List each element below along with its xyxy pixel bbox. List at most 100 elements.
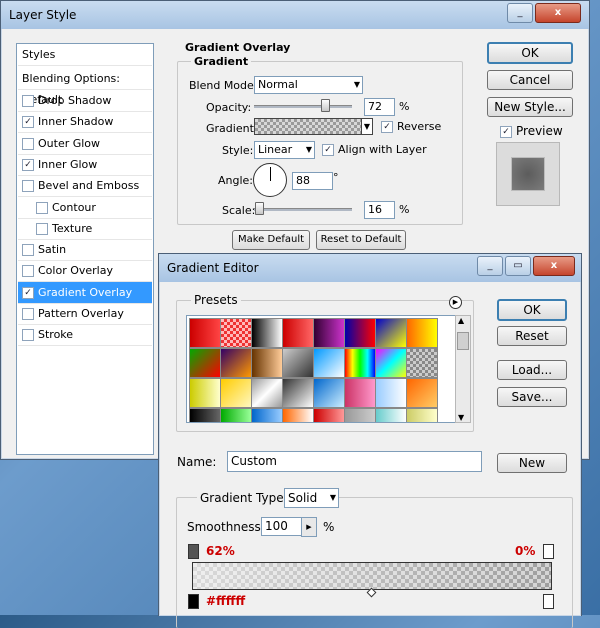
style-item-color-overlay[interactable]: Color Overlay: [18, 260, 152, 283]
name-input[interactable]: Custom: [227, 451, 482, 472]
style-checkbox[interactable]: [22, 244, 34, 257]
preset-swatch[interactable]: [220, 378, 252, 408]
preset-swatch[interactable]: [375, 408, 407, 422]
align-checkbox[interactable]: ✓ Align with Layer: [322, 143, 427, 156]
preset-swatch[interactable]: [220, 348, 252, 378]
preset-swatch[interactable]: [313, 408, 345, 422]
color-stop-left[interactable]: [188, 594, 199, 609]
preset-swatch[interactable]: [282, 408, 314, 422]
preset-swatch[interactable]: [251, 348, 283, 378]
angle-input[interactable]: 88: [292, 172, 333, 190]
preset-swatch[interactable]: [375, 318, 407, 348]
preset-swatch[interactable]: [344, 318, 376, 348]
ok-button[interactable]: OK: [497, 299, 567, 321]
style-checkbox[interactable]: ✓: [22, 158, 34, 171]
preview-check[interactable]: ✓: [500, 125, 512, 138]
presets-grid[interactable]: [186, 315, 456, 423]
style-checkbox[interactable]: ✓: [22, 286, 34, 299]
preset-swatch[interactable]: [406, 408, 438, 422]
preset-swatch[interactable]: [313, 318, 345, 348]
preset-swatch[interactable]: [251, 318, 283, 348]
style-item-inner-shadow[interactable]: ✓ Inner Shadow: [18, 111, 152, 134]
scale-slider[interactable]: [254, 208, 352, 211]
style-item-bevel-and-emboss[interactable]: Bevel and Emboss: [18, 175, 152, 198]
opacity-stop-right[interactable]: [543, 544, 554, 559]
reverse-check[interactable]: ✓: [381, 121, 393, 133]
preset-swatch[interactable]: [189, 348, 221, 378]
style-checkbox[interactable]: [22, 308, 34, 320]
smoothness-input[interactable]: 100: [261, 517, 302, 536]
preset-swatch[interactable]: [406, 348, 438, 378]
preset-swatch[interactable]: [282, 378, 314, 408]
make-default-button[interactable]: Make Default: [232, 230, 310, 250]
presets-scrollbar[interactable]: ▲ ▼: [455, 315, 471, 423]
preset-swatch[interactable]: [189, 408, 221, 422]
style-item-drop-shadow[interactable]: Drop Shadow: [18, 90, 152, 112]
preset-swatch[interactable]: [406, 378, 438, 408]
style-item-outer-glow[interactable]: Outer Glow: [18, 133, 152, 155]
scale-slider-thumb[interactable]: [255, 202, 264, 215]
align-check[interactable]: ✓: [322, 144, 334, 156]
preset-swatch[interactable]: [282, 318, 314, 348]
styles-header[interactable]: Styles: [18, 44, 152, 66]
preset-swatch[interactable]: [344, 348, 376, 378]
style-checkbox[interactable]: [22, 265, 34, 278]
reset-button[interactable]: Reset: [497, 326, 567, 346]
opacity-stop-left[interactable]: [188, 544, 199, 559]
preset-swatch[interactable]: [375, 378, 407, 408]
style-item-stroke[interactable]: Stroke: [18, 324, 152, 347]
style-item-pattern-overlay[interactable]: Pattern Overlay: [18, 303, 152, 325]
cancel-button[interactable]: Cancel: [487, 70, 573, 90]
preset-swatch[interactable]: [220, 318, 252, 348]
gradient-editor-titlebar[interactable]: Gradient Editor _ ▭ x: [159, 254, 581, 282]
minimize-button[interactable]: _: [477, 256, 503, 276]
style-checkbox[interactable]: [22, 180, 34, 193]
layer-style-titlebar[interactable]: Layer Style _ x: [1, 1, 589, 29]
preset-swatch[interactable]: [406, 318, 438, 348]
smoothness-stepper[interactable]: ▶: [301, 517, 317, 537]
ok-button[interactable]: OK: [487, 42, 573, 64]
minimize-button[interactable]: _: [507, 3, 533, 23]
style-item-contour[interactable]: Contour: [18, 197, 152, 219]
opacity-slider[interactable]: [254, 105, 352, 108]
preset-swatch[interactable]: [313, 378, 345, 408]
scale-input[interactable]: 16: [364, 201, 395, 219]
new-style-button[interactable]: New Style...: [487, 97, 573, 117]
gradient-picker[interactable]: [254, 118, 362, 135]
presets-menu-icon[interactable]: ▶: [449, 296, 462, 309]
restore-button[interactable]: ▭: [505, 256, 531, 276]
style-checkbox[interactable]: [22, 137, 34, 150]
angle-dial[interactable]: [253, 163, 287, 197]
preset-swatch[interactable]: [220, 408, 252, 422]
new-button[interactable]: New: [497, 453, 567, 473]
style-select[interactable]: Linear ▼: [254, 141, 315, 159]
opacity-slider-thumb[interactable]: [321, 99, 330, 112]
gradient-dropdown-button[interactable]: ▼: [361, 118, 373, 135]
preset-swatch[interactable]: [251, 378, 283, 408]
preview-checkbox[interactable]: ✓ Preview: [500, 124, 563, 138]
style-checkbox[interactable]: ✓: [22, 116, 34, 129]
preset-swatch[interactable]: [313, 348, 345, 378]
close-button[interactable]: x: [533, 256, 575, 276]
blending-options-item[interactable]: Blending Options: Default: [18, 68, 152, 106]
reset-default-button[interactable]: Reset to Default: [316, 230, 406, 250]
preset-swatch[interactable]: [189, 318, 221, 348]
save-button[interactable]: Save...: [497, 387, 567, 407]
preset-swatch[interactable]: [344, 408, 376, 422]
style-item-inner-glow[interactable]: ✓ Inner Glow: [18, 154, 152, 176]
color-stop-right[interactable]: [543, 594, 554, 609]
reverse-checkbox[interactable]: ✓ Reverse: [381, 120, 441, 133]
opacity-input[interactable]: 72: [364, 98, 395, 116]
style-item-gradient-overlay[interactable]: ✓ Gradient Overlay: [18, 281, 152, 304]
preset-swatch[interactable]: [251, 408, 283, 422]
scroll-up-icon[interactable]: ▲: [458, 316, 464, 325]
scroll-thumb[interactable]: [457, 332, 469, 350]
blend-mode-select[interactable]: Normal ▼: [254, 76, 363, 94]
preset-swatch[interactable]: [189, 378, 221, 408]
preset-swatch[interactable]: [282, 348, 314, 378]
scroll-down-icon[interactable]: ▼: [458, 413, 464, 422]
style-checkbox[interactable]: [36, 222, 48, 235]
style-checkbox[interactable]: [22, 329, 34, 342]
load-button[interactable]: Load...: [497, 360, 567, 380]
style-checkbox[interactable]: [22, 95, 34, 107]
